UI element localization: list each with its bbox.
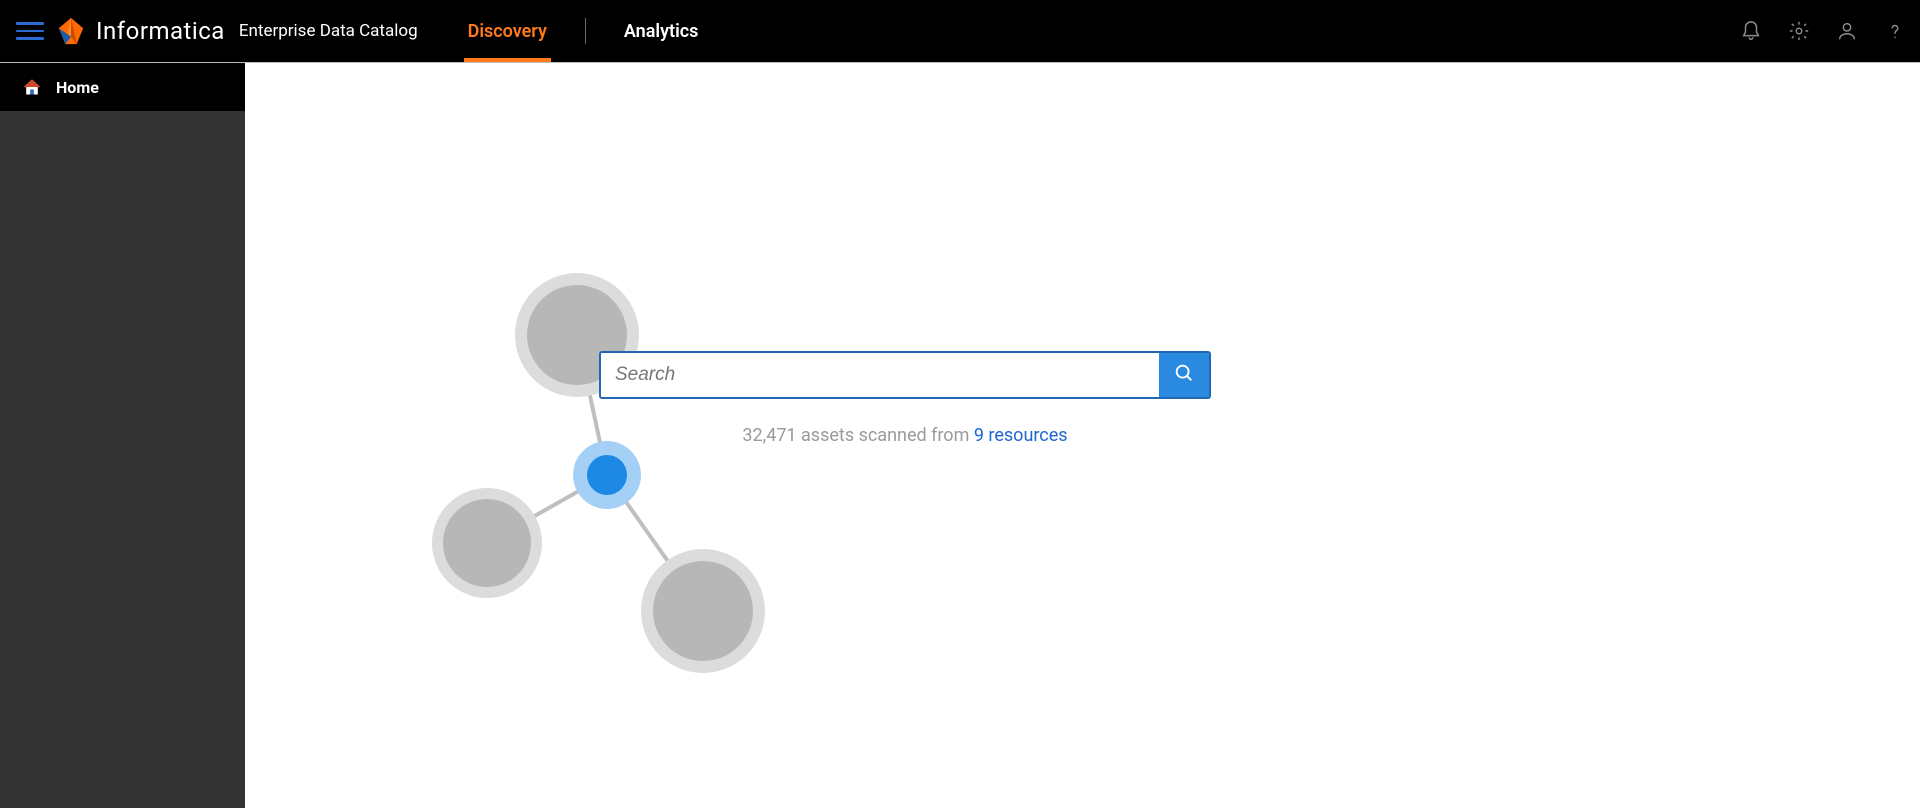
product-name: Enterprise Data Catalog <box>239 21 418 41</box>
tab-label: Discovery <box>468 21 547 42</box>
search-input[interactable] <box>601 353 1159 397</box>
search-button[interactable] <box>1159 353 1209 397</box>
topbar-actions <box>1740 20 1906 42</box>
tab-label: Analytics <box>624 21 699 42</box>
tab-discovery[interactable]: Discovery <box>464 0 551 62</box>
sidebar-item-label: Home <box>56 78 99 97</box>
home-icon <box>22 77 42 97</box>
help-icon[interactable] <box>1884 20 1906 42</box>
hamburger-menu-icon[interactable] <box>16 17 44 45</box>
tab-separator <box>585 18 586 44</box>
top-tabs: Discovery Analytics <box>464 0 703 62</box>
sidebar: Home <box>0 63 245 808</box>
tab-analytics[interactable]: Analytics <box>620 0 703 62</box>
scan-stats: 32,471 assets scanned from 9 resources <box>599 425 1211 446</box>
brand-name: Informatica <box>96 17 225 45</box>
top-bar: Informatica Enterprise Data Catalog Disc… <box>0 0 1920 62</box>
asset-count: 32,471 <box>742 425 796 446</box>
main-content: 32,471 assets scanned from 9 resources <box>245 63 1920 808</box>
search-box <box>599 351 1211 399</box>
informatica-logo-icon <box>56 16 86 46</box>
network-graph-illustration <box>385 223 765 683</box>
scanned-text: assets scanned from <box>797 425 974 446</box>
sidebar-item-home[interactable]: Home <box>0 63 245 111</box>
search-icon <box>1173 362 1195 388</box>
resources-link[interactable]: 9 resources <box>974 425 1068 446</box>
search-area: 32,471 assets scanned from 9 resources <box>599 351 1211 446</box>
body: Home <box>0 63 1920 808</box>
notifications-icon[interactable] <box>1740 20 1762 42</box>
settings-gear-icon[interactable] <box>1788 20 1810 42</box>
user-profile-icon[interactable] <box>1836 20 1858 42</box>
